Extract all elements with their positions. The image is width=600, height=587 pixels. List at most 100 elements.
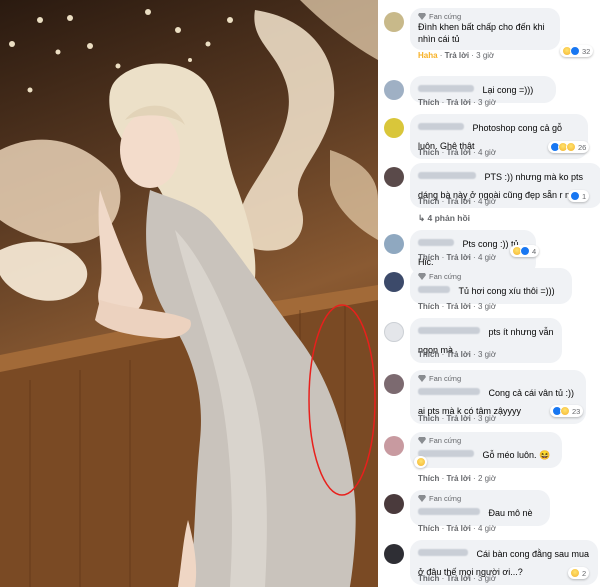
comment-text: Lại cong =))) [482, 85, 534, 95]
timestamp[interactable]: 3 giờ [478, 302, 496, 311]
reply-link[interactable]: Trả lời [446, 524, 470, 533]
commenter-name[interactable] [418, 549, 468, 557]
reply-link[interactable]: Trả lời [446, 253, 470, 262]
timestamp[interactable]: 4 giờ [478, 148, 496, 157]
diamond-icon [418, 273, 426, 280]
commenter-name[interactable] [418, 388, 480, 396]
like-link[interactable]: Thích [418, 98, 439, 107]
comment-text: Đau mô nè [488, 508, 533, 518]
timestamp[interactable]: 2 giờ [478, 474, 496, 483]
reply-link[interactable]: Trả lời [446, 574, 470, 583]
fan-badge: Fan cứng [418, 272, 564, 281]
commenter-name[interactable] [418, 508, 480, 516]
avatar[interactable] [384, 322, 404, 342]
timestamp[interactable]: 4 giờ [478, 197, 496, 206]
like-link[interactable]: Thích [418, 253, 439, 262]
comment: pts ít nhưng vẫn ngon mà Thích · Trả lời… [384, 318, 598, 363]
comment: PTS :)) nhưng mà ko pts dáng bà này ở ng… [384, 163, 600, 224]
avatar[interactable] [384, 272, 404, 292]
comment-actions: Thích · Trả lời · 4 giờ [418, 197, 497, 206]
comment-text: Tủ hơi cong xíu thôi =))) [458, 286, 555, 296]
like-link[interactable]: Thích [418, 524, 439, 533]
comment-actions: Thích · Trả lời · 3 giờ [418, 302, 497, 311]
reply-link[interactable]: Trả lời [446, 197, 470, 206]
comment-actions: Thích · Trả lời · 2 giờ [418, 474, 497, 483]
avatar[interactable] [384, 544, 404, 564]
reaction-summary[interactable]: 1 [568, 190, 590, 202]
diamond-icon [418, 375, 426, 382]
badge-label: Fan cứng [429, 374, 462, 383]
reaction-summary[interactable] [414, 456, 427, 468]
replies-label: 4 phản hồi [427, 213, 471, 223]
reply-link[interactable]: Trả lời [446, 414, 470, 423]
comment-text: Gỗ méo luôn. 😆 [482, 450, 551, 460]
avatar[interactable] [384, 12, 404, 32]
timestamp[interactable]: 3 giờ [478, 350, 496, 359]
comment: Fan cứng Gỗ méo luôn. 😆 Thích · Trả lời … [384, 432, 598, 488]
commenter-name[interactable] [418, 85, 474, 93]
timestamp[interactable]: 3 giờ [478, 574, 496, 583]
avatar[interactable] [384, 167, 404, 187]
reaction-summary[interactable]: 4 [510, 245, 540, 257]
commenter-name[interactable] [418, 450, 474, 458]
photo [0, 0, 378, 587]
comment-bubble: Fan cứng Tủ hơi cong xíu thôi =))) [410, 268, 572, 304]
reply-link[interactable]: Trả lời [446, 148, 470, 157]
reply-link[interactable]: Trả lời [446, 474, 470, 483]
haha-emoji-icon [560, 406, 570, 416]
comment-bubble: Fan cứng Đau mô nè [410, 490, 550, 526]
reaction-count: 4 [532, 246, 537, 256]
commenter-name[interactable] [418, 327, 480, 335]
fan-badge: Fan cứng [418, 374, 578, 383]
reaction-count: 1 [582, 191, 587, 201]
comment-actions: Thích · Trả lời · 4 giờ [418, 148, 497, 157]
fan-badge: Fan cứng [418, 494, 542, 503]
reply-link[interactable]: Trả lời [445, 51, 469, 60]
comment-actions: Haha · Trả lời · 3 giờ [418, 51, 495, 60]
commenter-name[interactable] [418, 286, 450, 294]
timestamp[interactable]: 4 giờ [478, 524, 496, 533]
like-link[interactable]: Thích [418, 350, 439, 359]
comment: Pts cong :)) tủ. Hic. Thích · Trả lời · … [384, 230, 598, 275]
badge-label: Fan cứng [429, 494, 462, 503]
timestamp[interactable]: 3 giờ [476, 51, 494, 60]
commenter-name[interactable] [418, 172, 476, 180]
reply-link[interactable]: Trả lời [446, 98, 470, 107]
timestamp[interactable]: 3 giờ [478, 98, 496, 107]
reaction-summary[interactable]: 2 [568, 567, 590, 579]
like-emoji-icon [570, 191, 580, 201]
reaction-summary[interactable]: 32 [560, 45, 594, 57]
like-link[interactable]: Thích [418, 302, 439, 311]
like-link[interactable]: Thích [418, 574, 439, 583]
reply-link[interactable]: Trả lời [446, 350, 470, 359]
avatar[interactable] [384, 234, 404, 254]
comment-bubble: Fan cứng Gỗ méo luôn. 😆 [410, 432, 562, 468]
reaction-count: 23 [572, 406, 581, 416]
avatar[interactable] [384, 80, 404, 100]
fan-badge: Fan cứng [418, 436, 554, 445]
avatar[interactable] [384, 374, 404, 394]
badge-label: Fan cứng [429, 436, 462, 445]
like-link[interactable]: Thích [418, 148, 439, 157]
commenter-name[interactable] [418, 239, 454, 247]
sad-emoji-icon [566, 142, 576, 152]
like-link[interactable]: Thích [418, 414, 439, 423]
like-link[interactable]: Thích [418, 197, 439, 206]
diamond-icon [418, 437, 426, 444]
commenter-name[interactable] [418, 123, 464, 131]
avatar[interactable] [384, 118, 404, 138]
avatar[interactable] [384, 436, 404, 456]
view-replies-link[interactable]: ↳ 4 phản hồi [418, 213, 470, 224]
like-link[interactable]: Thích [418, 474, 439, 483]
comment-text: Đình khen bất chấp cho đến khi nhìn cái … [418, 22, 545, 44]
haha-reaction[interactable]: Haha [418, 51, 438, 60]
reply-link[interactable]: Trả lời [446, 302, 470, 311]
like-emoji-icon [570, 46, 580, 56]
avatar[interactable] [384, 494, 404, 514]
comment-actions: Thích · Trả lời · 3 giờ [418, 414, 497, 423]
timestamp[interactable]: 3 giờ [478, 414, 496, 423]
timestamp[interactable]: 4 giờ [478, 253, 496, 262]
comment-actions: Thích · Trả lời · 4 giờ [418, 253, 497, 262]
reaction-summary[interactable]: 23 [550, 405, 584, 417]
reaction-summary[interactable]: 26 [548, 141, 590, 153]
